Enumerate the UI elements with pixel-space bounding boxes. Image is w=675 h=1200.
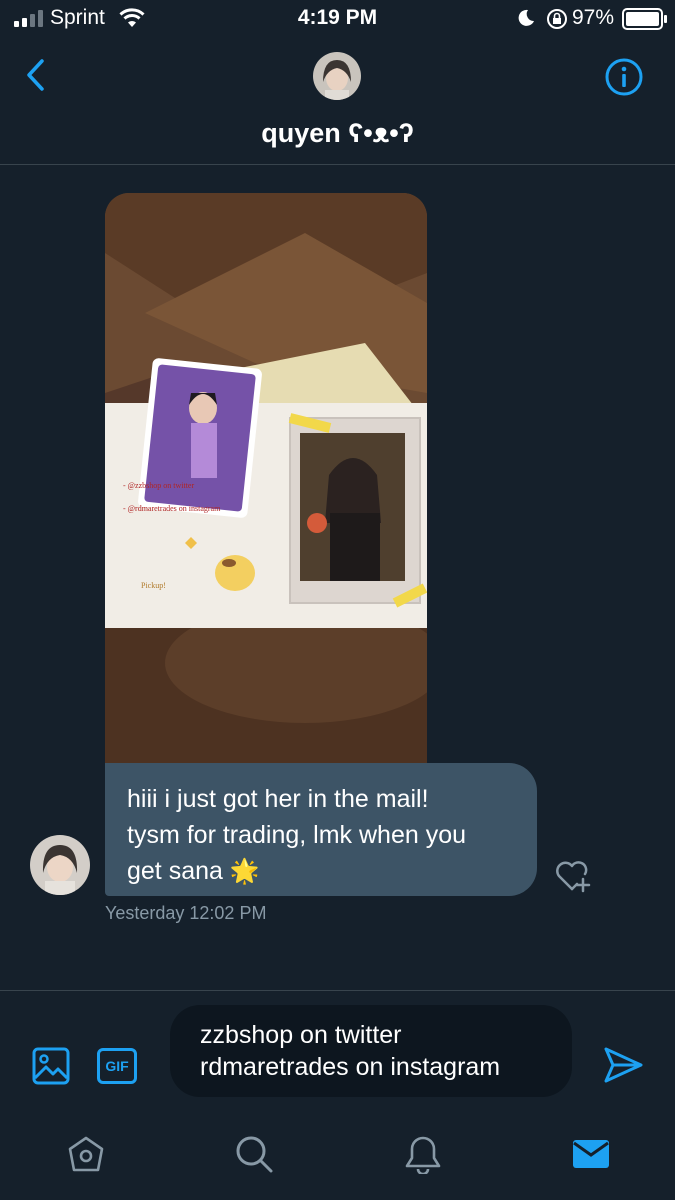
conversation-title: quyen ʕ•ᴥ•ʔ xyxy=(261,118,414,148)
message-input[interactable]: zzbshop on twitter rdmaretrades on insta… xyxy=(170,1005,572,1097)
message-text-line: get sana 🌟 xyxy=(127,853,515,890)
svg-text:- @zzbshop on twitter: - @zzbshop on twitter xyxy=(123,481,194,490)
image-icon[interactable] xyxy=(32,1047,70,1085)
message-timestamp: Yesterday 12:02 PM xyxy=(105,903,267,923)
tab-bar xyxy=(0,1110,675,1200)
home-icon[interactable] xyxy=(66,1134,106,1174)
status-bar: Sprint 4:19 PM 97% xyxy=(0,0,675,38)
glowing-star-emoji: 🌟 xyxy=(229,858,260,885)
gif-button[interactable]: GIF xyxy=(97,1048,137,1084)
message-composer: GIF zzbshop on twitter rdmaretrades on i… xyxy=(0,990,675,1111)
avatar[interactable] xyxy=(313,52,361,100)
svg-text:- @rdmaretrades on instagram: - @rdmaretrades on instagram xyxy=(123,504,221,513)
back-button[interactable] xyxy=(20,58,54,92)
rotation-lock-icon xyxy=(547,9,567,29)
svg-text:Pickup!: Pickup! xyxy=(141,581,166,590)
message-text-segment: get sana xyxy=(127,857,223,885)
bell-icon[interactable] xyxy=(403,1134,443,1174)
battery-percent: 97% xyxy=(572,6,615,29)
like-button[interactable] xyxy=(552,856,592,896)
message-bubble[interactable]: hiii i just got her in the mail! tysm fo… xyxy=(105,763,537,896)
sender-avatar[interactable] xyxy=(30,835,90,895)
search-icon[interactable] xyxy=(234,1134,274,1174)
send-icon[interactable] xyxy=(602,1045,644,1085)
info-button[interactable] xyxy=(604,57,644,97)
draft-text-line: rdmaretrades on instagram xyxy=(200,1053,501,1081)
message-text-line: tysm for trading, lmk when you xyxy=(127,821,467,849)
conversation-header: quyen ʕ•ᴥ•ʔ xyxy=(0,38,675,165)
draft-text-line: zzbshop on twitter xyxy=(200,1021,402,1049)
moon-icon xyxy=(518,9,534,26)
battery-icon xyxy=(622,8,667,30)
mail-icon[interactable] xyxy=(571,1134,611,1174)
message-text-line: hiii i just got her in the mail! xyxy=(127,785,429,813)
message-photo[interactable]: - @zzbshop on twitter - @rdmaretrades on… xyxy=(105,193,427,765)
